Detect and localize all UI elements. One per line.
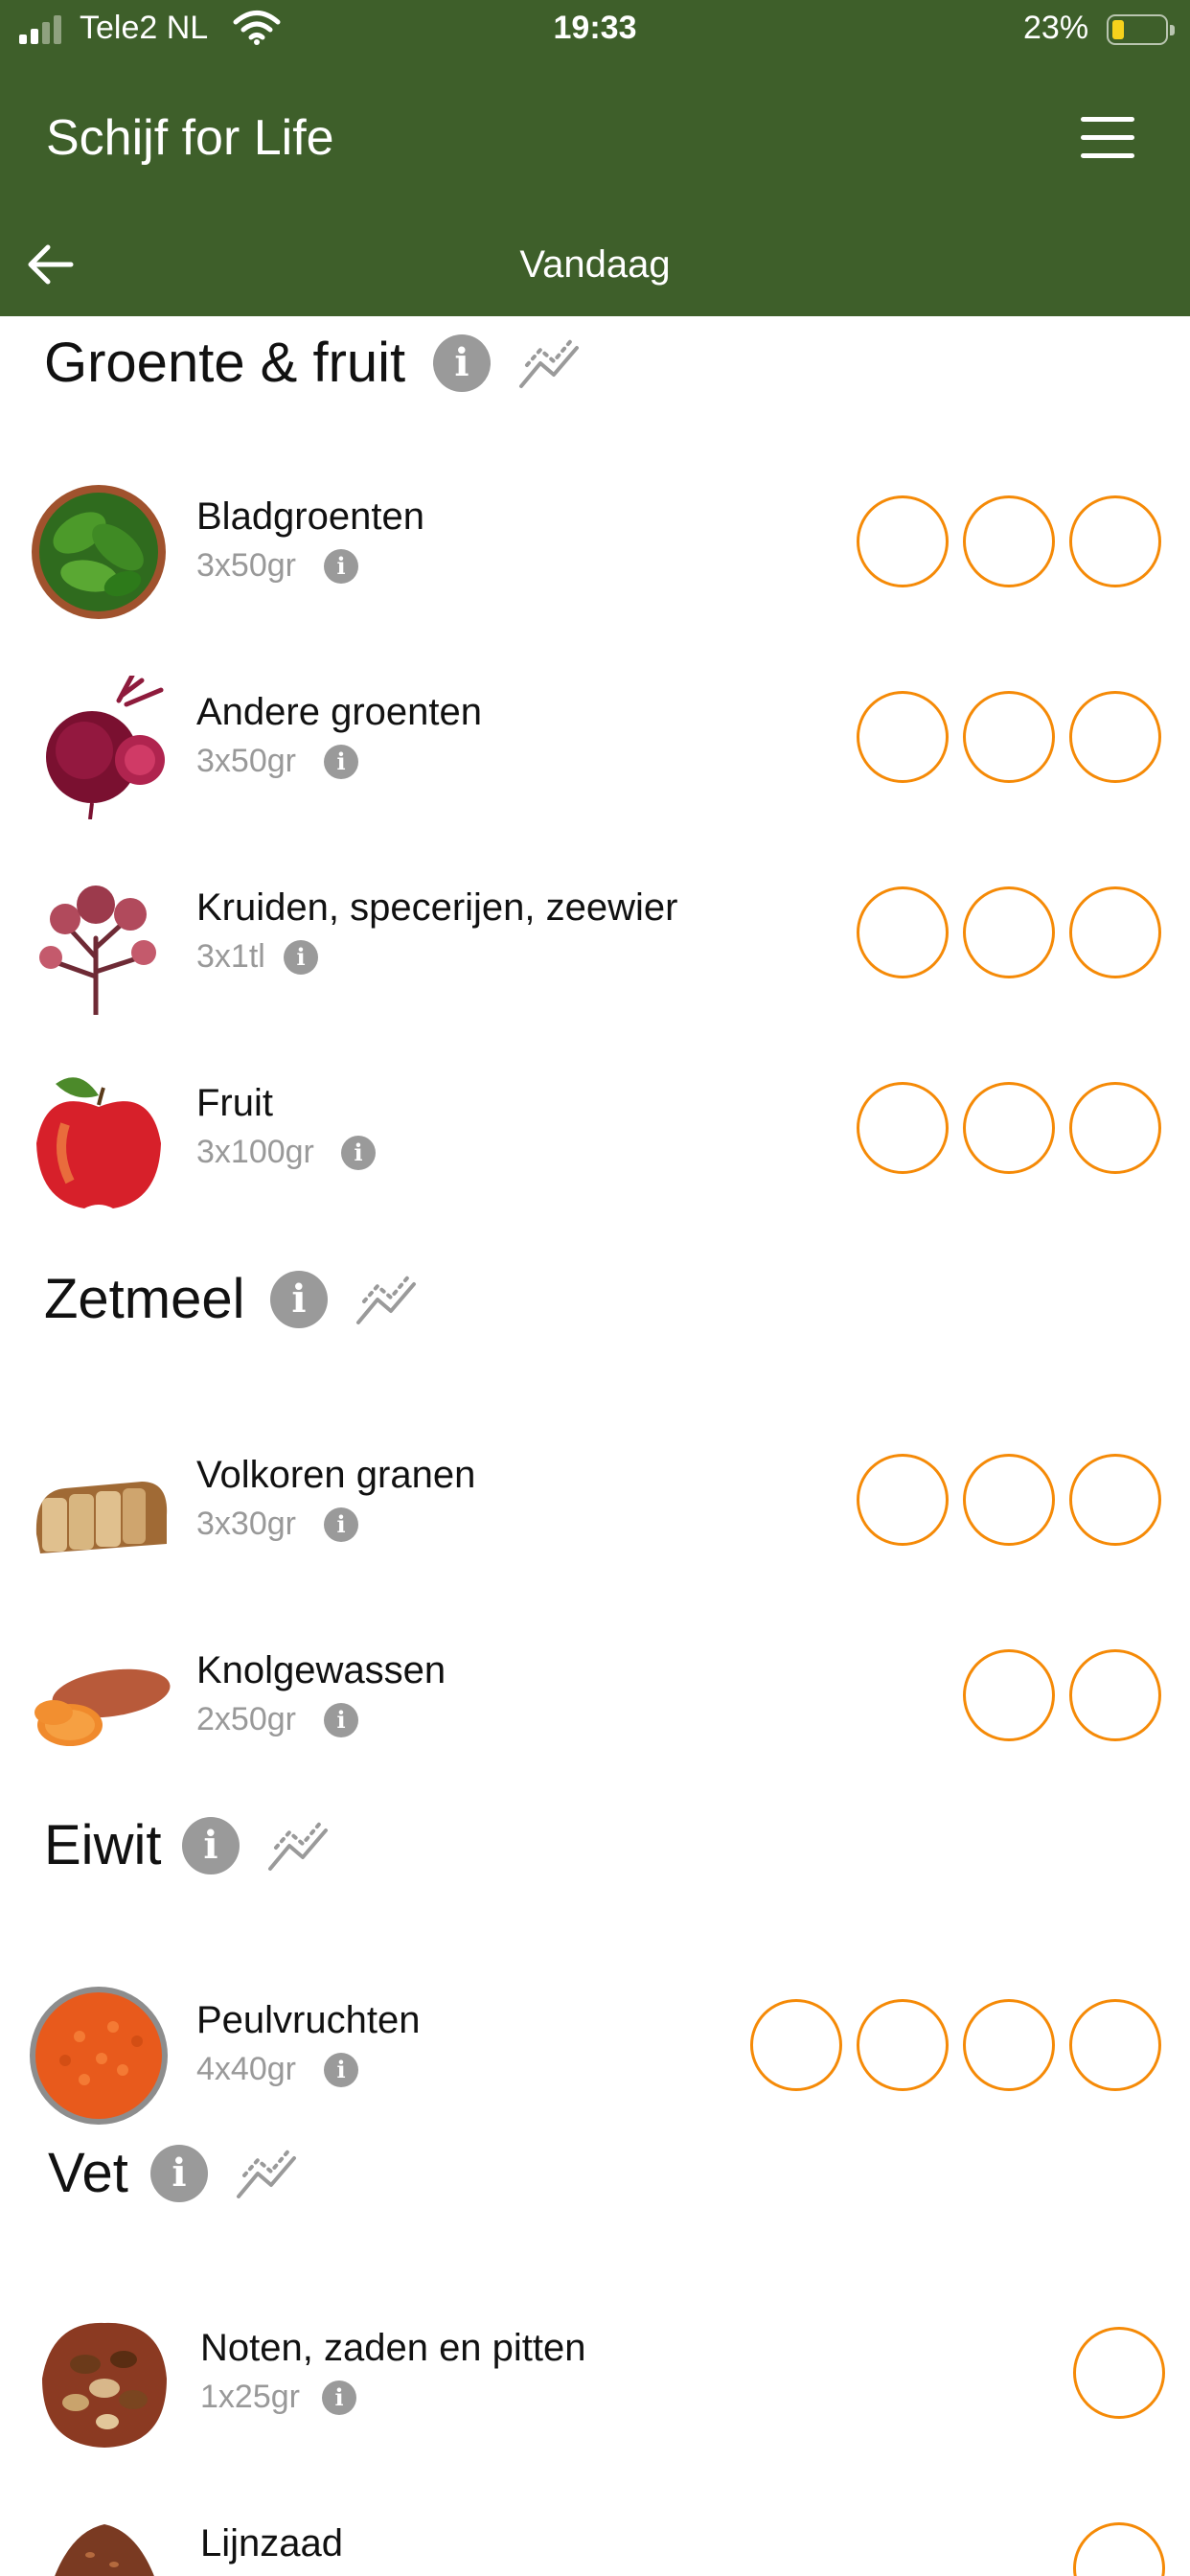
food-item-andere-groenten: Andere groenten 3x50gr i — [0, 662, 1190, 819]
food-name: Volkoren granen — [196, 1454, 476, 1496]
section-title: Zetmeel — [44, 1268, 245, 1330]
food-item-lijnzaad: Lijnzaad 1x1el i — [0, 2494, 1190, 2576]
food-name: Peulvruchten — [196, 1999, 421, 2041]
apple-icon — [36, 1077, 161, 1208]
trend-chart-icon[interactable] — [517, 334, 581, 392]
serving-circle[interactable] — [1069, 691, 1161, 783]
serving-circle[interactable] — [1069, 886, 1161, 978]
section-vet: Vet i Noten, zaden en pitten 1x25gr i Li… — [0, 2141, 1190, 2576]
battery-icon — [1107, 14, 1175, 45]
status-time: 19:33 — [553, 10, 637, 46]
info-icon[interactable]: i — [324, 1507, 358, 1542]
portion-size: 2x50gr — [196, 1701, 296, 1737]
food-item-fruit: Fruit 3x100gr i — [0, 1053, 1190, 1208]
serving-circle[interactable] — [1073, 2522, 1165, 2576]
serving-circle[interactable] — [1069, 1082, 1161, 1174]
info-icon[interactable]: i — [284, 940, 318, 975]
bread-icon — [35, 1482, 168, 1553]
food-item-bladgroenten: Bladgroenten 3x50gr i — [0, 467, 1190, 620]
food-item-knolgewassen: Knolgewassen 2x50gr i — [0, 1621, 1190, 1774]
portion-size: 3x1tl — [196, 938, 265, 975]
seaweed-icon — [39, 886, 156, 1015]
info-icon[interactable]: i — [150, 2145, 208, 2202]
portion-size: 3x100gr — [196, 1134, 314, 1170]
nuts-bowl-icon — [42, 2322, 167, 2448]
beetroot-icon — [46, 676, 165, 819]
sweet-potato-icon — [34, 1668, 171, 1746]
section-zetmeel: Zetmeel i Volkoren granen 3x30gr i Knolg… — [0, 1267, 1190, 1746]
trend-chart-icon[interactable] — [235, 2145, 298, 2202]
food-item-noten-zaden-pitten: Noten, zaden en pitten 1x25gr i — [0, 2298, 1190, 2451]
food-name: Fruit — [196, 1082, 273, 1124]
food-name: Noten, zaden en pitten — [200, 2327, 586, 2369]
serving-circle[interactable] — [963, 886, 1055, 978]
portion-size: 3x50gr — [196, 743, 296, 779]
serving-circle[interactable] — [750, 1999, 842, 2091]
portion-size: 1x25gr — [200, 2379, 300, 2415]
serving-circle[interactable] — [1073, 2327, 1165, 2419]
serving-circle[interactable] — [1069, 1999, 1161, 2091]
info-icon[interactable]: i — [322, 2380, 356, 2415]
app-title: Schijf for Life — [46, 110, 334, 166]
section-title: Groente & fruit — [44, 332, 406, 394]
serving-circle[interactable] — [1069, 1649, 1161, 1741]
serving-circle[interactable] — [857, 495, 949, 587]
serving-circle[interactable] — [857, 1454, 949, 1546]
section-title: Eiwit — [44, 1814, 162, 1876]
serving-circle[interactable] — [857, 886, 949, 978]
trend-chart-icon[interactable] — [355, 1271, 418, 1328]
serving-circle[interactable] — [857, 1999, 949, 2091]
portion-size: 4x40gr — [196, 2051, 296, 2087]
serving-circle[interactable] — [963, 1649, 1055, 1741]
serving-circle[interactable] — [963, 1454, 1055, 1546]
serving-circle[interactable] — [963, 1082, 1055, 1174]
food-name: Knolgewassen — [196, 1649, 446, 1691]
serving-circle[interactable] — [963, 495, 1055, 587]
section-eiwit: Eiwit i Peulvruchten 4x40gr i — [0, 1813, 1190, 2129]
app-header: Tele2 NL 19:33 23% Schijf for Life Vanda… — [0, 0, 1190, 316]
serving-circle[interactable] — [1069, 1454, 1161, 1546]
serving-circle[interactable] — [1069, 495, 1161, 587]
status-bar: Tele2 NL 19:33 23% — [0, 0, 1190, 59]
info-icon[interactable]: i — [270, 1271, 328, 1328]
food-item-peulvruchten: Peulvruchten 4x40gr i — [0, 1970, 1190, 2125]
section-title: Vet — [48, 2142, 128, 2204]
food-item-kruiden-specerijen-zeewier: Kruiden, specerijen, zeewier 3x1tl i — [0, 858, 1190, 1015]
food-name: Lijnzaad — [200, 2522, 344, 2564]
food-item-volkoren-granen: Volkoren granen 3x30gr i — [0, 1425, 1190, 1578]
hamburger-menu-icon[interactable] — [1081, 117, 1136, 159]
portion-size: 3x30gr — [196, 1506, 296, 1542]
portion-size: 3x50gr — [196, 547, 296, 584]
food-name: Kruiden, specerijen, zeewier — [196, 886, 678, 929]
food-name: Andere groenten — [196, 691, 483, 733]
flaxseed-icon — [55, 2524, 154, 2576]
info-icon[interactable]: i — [433, 334, 491, 392]
info-icon[interactable]: i — [324, 745, 358, 779]
serving-circle[interactable] — [857, 691, 949, 783]
info-icon[interactable]: i — [324, 549, 358, 584]
page-subtitle: Vandaag — [519, 243, 671, 286]
lentils-bowl-icon — [30, 1987, 168, 2125]
info-icon[interactable]: i — [324, 2053, 358, 2087]
serving-circle[interactable] — [963, 691, 1055, 783]
battery-percentage: 23% — [1023, 10, 1089, 46]
food-name: Bladgroenten — [196, 495, 424, 538]
serving-circle[interactable] — [963, 1999, 1055, 2091]
info-icon[interactable]: i — [324, 1703, 358, 1737]
spinach-bowl-icon — [32, 485, 166, 619]
section-groente-fruit: Groente & fruit i Bladgroenten 3x50gr i — [0, 331, 1190, 1208]
trend-chart-icon[interactable] — [266, 1817, 330, 1874]
info-icon[interactable]: i — [341, 1136, 376, 1170]
serving-circle[interactable] — [857, 1082, 949, 1174]
info-icon[interactable]: i — [182, 1817, 240, 1874]
